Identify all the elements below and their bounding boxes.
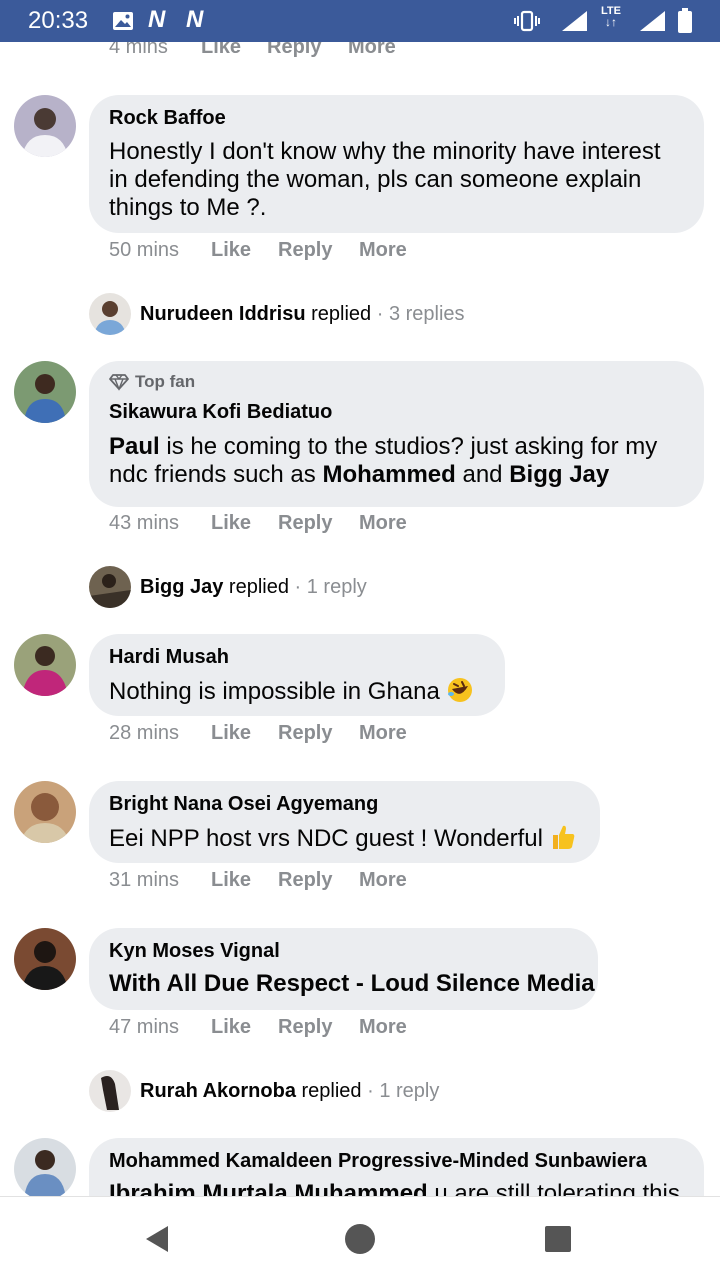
comment-bubble[interactable]: Hardi Musah Nothing is impossible in Gha… (89, 634, 505, 716)
avatar[interactable] (89, 293, 131, 335)
navigation-bar (0, 1196, 720, 1281)
reply-author: Rurah Akornoba (140, 1080, 296, 1102)
comment-text: Nothing is impossible in Ghana (109, 676, 485, 706)
comment-text: With All Due Respect - Loud Silence Medi… (109, 970, 595, 997)
reply-author: Nurudeen Iddrisu (140, 303, 306, 325)
like-button[interactable]: Like (211, 1016, 251, 1039)
reply-count: · 1 reply (361, 1080, 440, 1102)
rolling-on-floor-laughing-emoji (447, 678, 472, 702)
like-button[interactable]: Like (211, 512, 251, 535)
image-icon (113, 12, 133, 30)
text-segment: Nothing is impossible in Ghana (109, 678, 440, 705)
more-button[interactable]: More (359, 1016, 407, 1039)
comment-text: Ibrahim Murtala Muhammed u are still tol… (109, 1180, 684, 1196)
reply-author: Bigg Jay (140, 576, 224, 598)
comment-bubble[interactable]: Top fan Sikawura Kofi Bediatuo Paul is h… (89, 361, 704, 507)
notification-n-icon: N (186, 6, 203, 33)
comments-feed[interactable]: 4 mins Like Reply More Rock Baffoe Hones… (0, 42, 720, 1196)
status-bar: 20:33 N N LTE ↓↑ (0, 0, 720, 42)
more-button[interactable]: More (359, 869, 407, 892)
replies-summary[interactable]: Rurah Akornoba replied · 1 reply (140, 1080, 439, 1103)
text-segment: and (455, 461, 510, 488)
home-icon[interactable] (342, 1221, 378, 1257)
comment-time: 50 mins (109, 239, 180, 261)
signal-icon (640, 11, 665, 31)
avatar[interactable] (14, 928, 76, 990)
replies-summary[interactable]: Nurudeen Iddrisu replied · 3 replies (140, 303, 465, 326)
like-button[interactable]: Like (211, 239, 251, 262)
comment-time: 4 mins (109, 42, 168, 58)
avatar[interactable] (14, 634, 76, 696)
vibrate-icon (514, 10, 540, 32)
avatar[interactable] (14, 1138, 76, 1196)
comment-bubble[interactable]: Kyn Moses Vignal With All Due Respect - … (89, 928, 598, 1010)
signal-icon (562, 11, 587, 31)
reply-button[interactable]: Reply (278, 239, 332, 262)
comment-author[interactable]: Hardi Musah (109, 644, 485, 670)
more-button[interactable]: More (359, 512, 407, 535)
comment-time: 31 mins (109, 869, 180, 891)
text-segment: u are still tolerating this (427, 1180, 680, 1196)
thumbs-up-emoji (552, 825, 575, 849)
reply-button[interactable]: Reply (278, 722, 332, 745)
avatar[interactable] (89, 1070, 131, 1112)
lte-icon: LTE ↓↑ (601, 6, 621, 29)
reply-button[interactable]: Reply (278, 1016, 332, 1039)
reply-button[interactable]: Reply (278, 869, 332, 892)
avatar[interactable] (14, 361, 76, 423)
recents-icon[interactable] (540, 1221, 576, 1257)
reply-button[interactable]: Reply (278, 512, 332, 535)
more-button[interactable]: More (359, 239, 407, 262)
comment-author[interactable]: Mohammed Kamaldeen Progressive-Minded Su… (109, 1148, 684, 1174)
reply-button[interactable]: Reply (267, 42, 321, 59)
text-segment: Eei NPP host vrs NDC guest ! Wonderful (109, 825, 543, 852)
replied-label: replied (223, 576, 289, 598)
comment-author[interactable]: Sikawura Kofi Bediatuo (109, 399, 684, 425)
top-fan-label: Top fan (135, 372, 196, 391)
comment-bubble[interactable]: Rock Baffoe Honestly I don't know why th… (89, 95, 704, 233)
comment-time: 43 mins (109, 512, 180, 534)
comment-text: Paul is he coming to the studios? just a… (109, 433, 684, 489)
mention-link[interactable]: Paul (109, 433, 160, 460)
comment-author[interactable]: Rock Baffoe (109, 105, 684, 131)
top-fan-badge: Top fan (109, 371, 684, 393)
mention-link[interactable]: Bigg Jay (509, 461, 609, 488)
data-arrows-icon: ↓↑ (604, 15, 617, 29)
mention-link[interactable]: Ibrahim Murtala Muhammed (109, 1180, 428, 1196)
mention-link[interactable]: Mohammed (322, 461, 455, 488)
avatar[interactable] (14, 95, 76, 157)
comment-text: Eei NPP host vrs NDC guest ! Wonderful (109, 823, 580, 853)
reply-count: · 1 reply (288, 576, 367, 598)
replied-label: replied (295, 1080, 362, 1102)
more-button[interactable]: More (348, 42, 396, 59)
like-button[interactable]: Like (211, 869, 251, 892)
status-time: 20:33 (28, 7, 89, 34)
battery-icon (678, 8, 692, 33)
comment-text: Honestly I don't know why the minority h… (109, 138, 661, 221)
comment-time: 28 mins (109, 722, 180, 744)
avatar[interactable] (14, 781, 76, 843)
back-icon[interactable] (140, 1221, 176, 1257)
comment-bubble[interactable]: Mohammed Kamaldeen Progressive-Minded Su… (89, 1138, 704, 1196)
comment-author[interactable]: Kyn Moses Vignal (109, 938, 578, 964)
avatar[interactable] (89, 566, 131, 608)
replies-summary[interactable]: Bigg Jay replied · 1 reply (140, 576, 367, 599)
comment-author[interactable]: Bright Nana Osei Agyemang (109, 791, 580, 817)
replied-label: replied (305, 303, 372, 325)
comment-bubble[interactable]: Bright Nana Osei Agyemang Eei NPP host v… (89, 781, 600, 863)
like-button[interactable]: Like (201, 42, 241, 59)
comment-time: 47 mins (109, 1016, 180, 1038)
notification-n-icon: N (148, 6, 165, 33)
diamond-icon (109, 374, 129, 391)
like-button[interactable]: Like (211, 722, 251, 745)
more-button[interactable]: More (359, 722, 407, 745)
reply-count: · 3 replies (371, 303, 465, 325)
